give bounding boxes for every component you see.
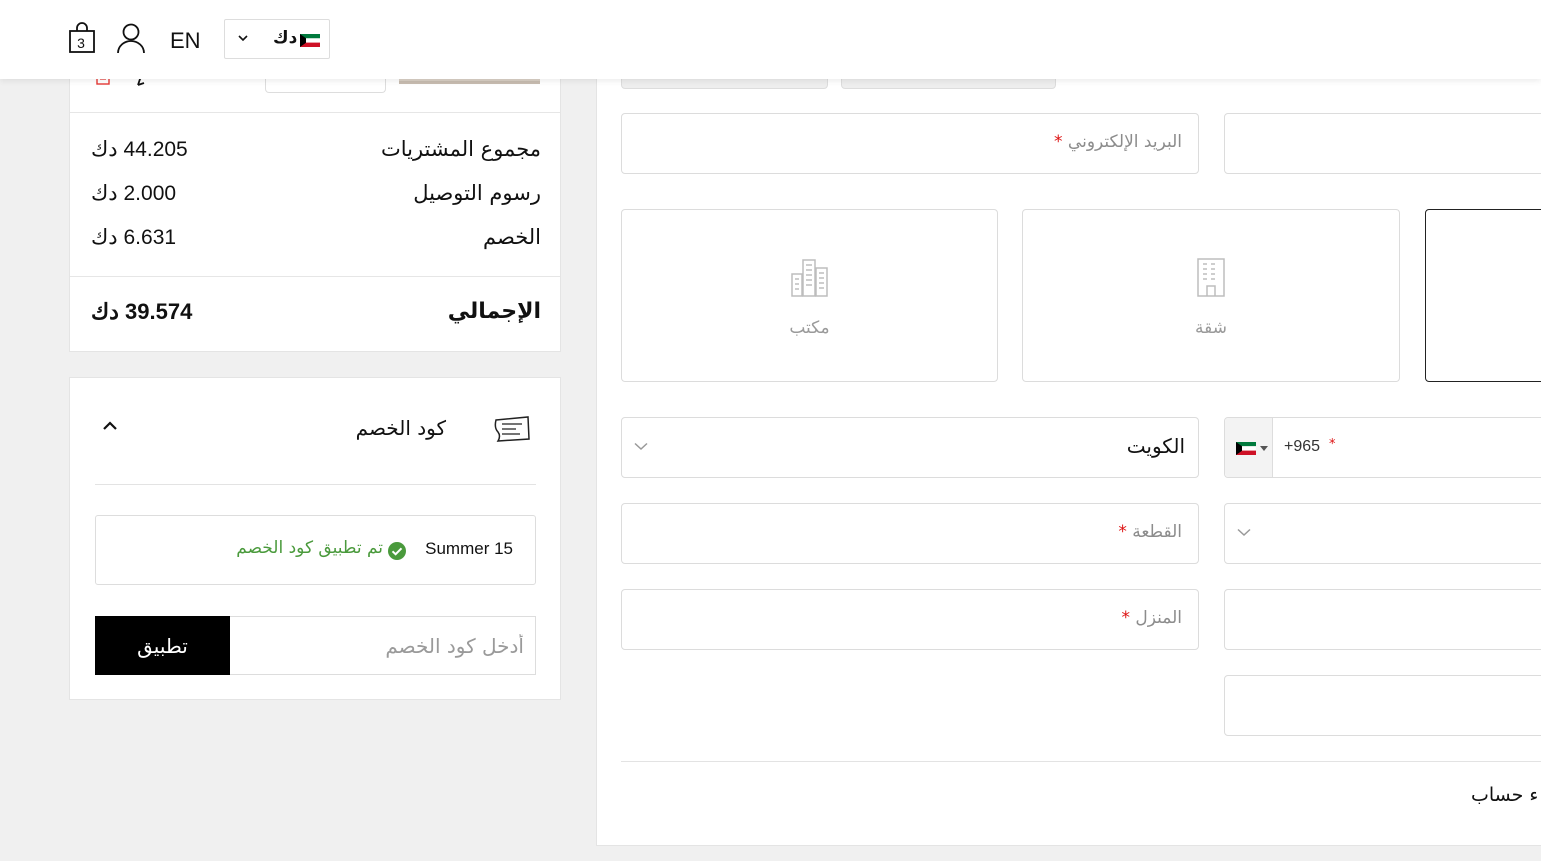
delivery-fee-label: رسوم التوصيل — [413, 181, 541, 205]
chevron-up-icon[interactable] — [102, 420, 118, 431]
delivery-fee-row: رسوم التوصيل 2.000 دك — [91, 181, 541, 211]
kuwait-flag-icon — [300, 34, 320, 47]
coupon-ticket-icon — [494, 416, 530, 442]
shipping-form-panel: البريد الإلكتروني * مكتب شقة الكويت +965… — [596, 40, 1541, 846]
email-field[interactable]: البريد الإلكتروني * — [621, 113, 1199, 174]
discount-label: الخصم — [483, 225, 541, 249]
total-row: الإجمالي 39.574 دك — [91, 299, 541, 329]
address-type-house[interactable] — [1425, 209, 1541, 382]
cart-button[interactable]: 3 — [68, 22, 96, 54]
office-label: مكتب — [789, 318, 830, 338]
area-select[interactable] — [1224, 503, 1541, 564]
discount-row: الخصم 6.631 دك — [91, 225, 541, 255]
house-placeholder: المنزل * — [1121, 608, 1183, 628]
chevron-down-icon — [238, 35, 248, 42]
form-divider — [621, 761, 1541, 762]
kuwait-flag-icon — [1236, 442, 1256, 455]
create-account-option[interactable]: ء حساب — [1471, 784, 1538, 806]
currency-selector[interactable]: دك — [224, 19, 330, 59]
discount-value: 6.631 دك — [91, 226, 177, 249]
coupon-success-message: تم تطبيق كود الخصم — [236, 538, 383, 558]
apartment-building-icon — [1197, 258, 1225, 297]
chevron-down-icon — [1237, 528, 1251, 537]
phone-country-selector[interactable] — [1225, 418, 1273, 477]
address-type-office[interactable]: مكتب — [621, 209, 998, 382]
total-label: الإجمالي — [447, 299, 541, 324]
apartment-label: شقة — [1195, 318, 1227, 338]
cart-count-badge: 3 — [77, 35, 85, 51]
discount-code-title: كود الخصم — [355, 416, 446, 440]
currency-label: دك — [273, 28, 298, 48]
discount-code-input[interactable] — [229, 616, 536, 675]
top-header: 3 EN دك — [0, 0, 1541, 79]
apply-coupon-button[interactable]: تطبيق — [95, 616, 230, 675]
subtotal-label: مجموع المشتريات — [380, 137, 541, 161]
block-placeholder: القطعة * — [1118, 522, 1182, 542]
block-field[interactable]: القطعة * — [621, 503, 1199, 564]
summary-divider — [70, 276, 560, 277]
total-value: 39.574 دك — [91, 299, 193, 324]
subtotal-value: 44.205 دك — [91, 138, 188, 161]
user-icon — [117, 23, 145, 54]
avenue-field[interactable] — [1224, 675, 1541, 736]
language-switch[interactable]: EN — [170, 28, 201, 54]
email-placeholder: البريد الإلكتروني * — [1054, 132, 1182, 152]
office-building-icon — [790, 259, 828, 297]
house-field[interactable]: المنزل * — [621, 589, 1199, 650]
check-circle-icon — [388, 542, 406, 560]
applied-coupon-code: Summer 15 — [425, 539, 513, 558]
discount-divider — [95, 484, 536, 485]
required-mark: * — [1329, 437, 1336, 452]
subtotal-row: مجموع المشتريات 44.205 دك — [91, 137, 541, 167]
discount-code-card: كود الخصم Summer 15 تم تطبيق كود الخصم ت… — [69, 377, 561, 700]
country-value: الكويت — [1126, 434, 1185, 458]
address-type-apartment[interactable]: شقة — [1022, 209, 1400, 382]
caret-down-icon — [1260, 446, 1268, 451]
applied-coupon-box: Summer 15 تم تطبيق كود الخصم — [95, 515, 536, 585]
chevron-down-icon — [634, 442, 648, 451]
phone-field[interactable]: +965 * — [1224, 417, 1541, 478]
phone-country-code: +965 — [1284, 438, 1321, 455]
country-select[interactable]: الكويت — [621, 417, 1199, 478]
account-button[interactable] — [116, 22, 146, 54]
delivery-fee-value: 2.000 دك — [91, 182, 177, 205]
street-field[interactable] — [1224, 589, 1541, 650]
name-field[interactable] — [1224, 113, 1541, 174]
order-summary-card: مجموع المشتريات 44.205 دك رسوم التوصيل 2… — [69, 60, 561, 352]
